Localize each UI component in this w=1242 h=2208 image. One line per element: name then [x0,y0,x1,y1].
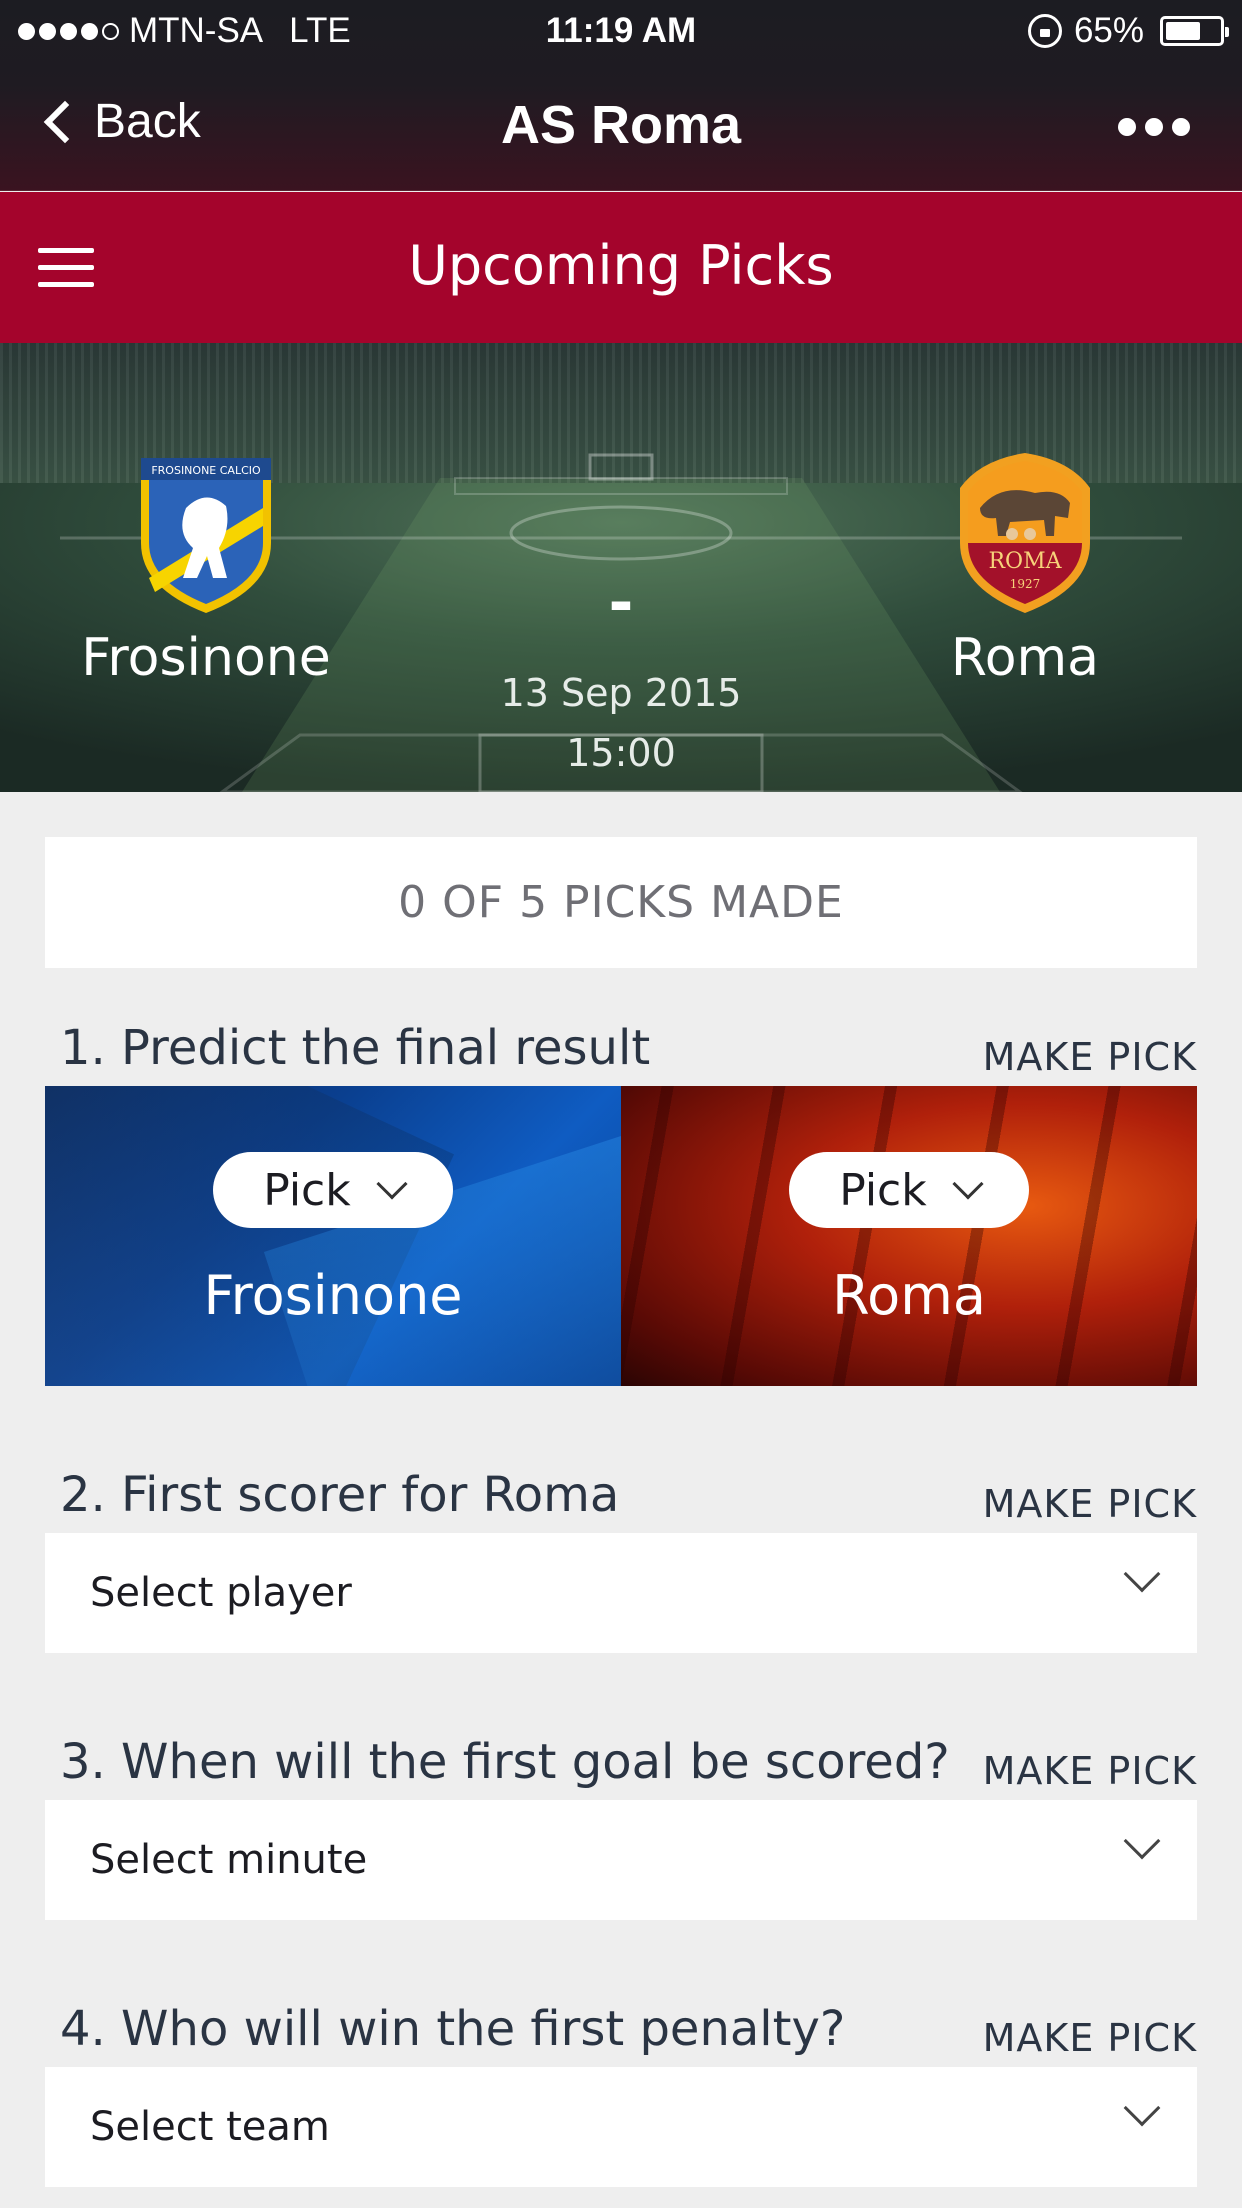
question-2-label: 2. First scorer for Roma [60,1467,620,1523]
more-dot [1145,118,1163,136]
away-team: ROMA 1927 Roma [845,448,1205,688]
top-bar: MTN-SA LTE 11:19 AM 65% Back AS Roma [0,0,1242,191]
question-2-make-pick[interactable]: MAKE PICK [983,1482,1197,1526]
home-team-label: Frosinone [203,1264,463,1327]
select-minute-dropdown[interactable]: Select minute [45,1800,1197,1920]
more-dot [1172,118,1190,136]
chevron-down-icon [1123,1822,1161,1860]
question-3-label: 3. When will the first goal be scored? [60,1734,950,1790]
away-pick-button[interactable]: Pick [789,1152,1029,1228]
svg-text:ROMA: ROMA [988,549,1062,574]
picks-progress: 0 OF 5 PICKS MADE [45,837,1197,968]
battery-percent: 65% [1073,11,1144,50]
final-result-picker: Pick Frosinone Pick Roma [45,1086,1197,1386]
question-4-label: 4. Who will win the first penalty? [60,2001,846,2057]
status-bar: MTN-SA LTE 11:19 AM 65% [0,0,1242,62]
battery-icon [1160,16,1229,46]
chevron-down-icon [1123,2089,1161,2127]
select-team-dropdown[interactable]: Select team [45,2067,1197,2187]
status-right: 65% [1027,11,1229,51]
chevron-down-icon [1123,1555,1161,1593]
more-dot [1118,118,1136,136]
select-team-placeholder: Select team [90,2104,330,2150]
svg-text:1927: 1927 [1010,577,1041,591]
question-1-label: 1. Predict the final result [60,1020,651,1076]
chevron-down-icon [952,1168,984,1200]
page-title: AS Roma [500,95,742,155]
match-banner: FROSINONE CALCIO Frosinone - 13 Sep 2015… [0,343,1242,792]
svg-text:FROSINONE CALCIO: FROSINONE CALCIO [151,464,261,477]
navigation-bar: Back AS Roma [0,70,1242,190]
question-3-make-pick[interactable]: MAKE PICK [983,1749,1197,1793]
away-team-name: Roma [950,628,1100,688]
question-1-make-pick[interactable]: MAKE PICK [983,1035,1197,1079]
away-pick-label: Pick [839,1164,927,1216]
more-options-icon[interactable] [1118,118,1190,136]
home-pick-label: Pick [263,1164,351,1216]
select-player-placeholder: Select player [90,1570,352,1616]
question-4-make-pick[interactable]: MAKE PICK [983,2016,1197,2060]
rotation-lock-icon [1027,14,1062,48]
select-player-dropdown[interactable]: Select player [45,1533,1197,1653]
section-title: Upcoming Picks [408,234,834,297]
roma-crest-icon: ROMA 1927 [960,453,1090,613]
chevron-down-icon [376,1168,408,1200]
select-minute-placeholder: Select minute [90,1837,368,1883]
away-team-label: Roma [832,1264,986,1327]
home-pick-button[interactable]: Pick [213,1152,453,1228]
section-header: Upcoming Picks [0,192,1242,343]
away-team-panel[interactable]: Pick Roma [621,1086,1197,1386]
match-time: 15:00 [566,731,676,775]
home-team-panel[interactable]: Pick Frosinone [45,1086,621,1386]
battery-fill [1166,22,1200,40]
